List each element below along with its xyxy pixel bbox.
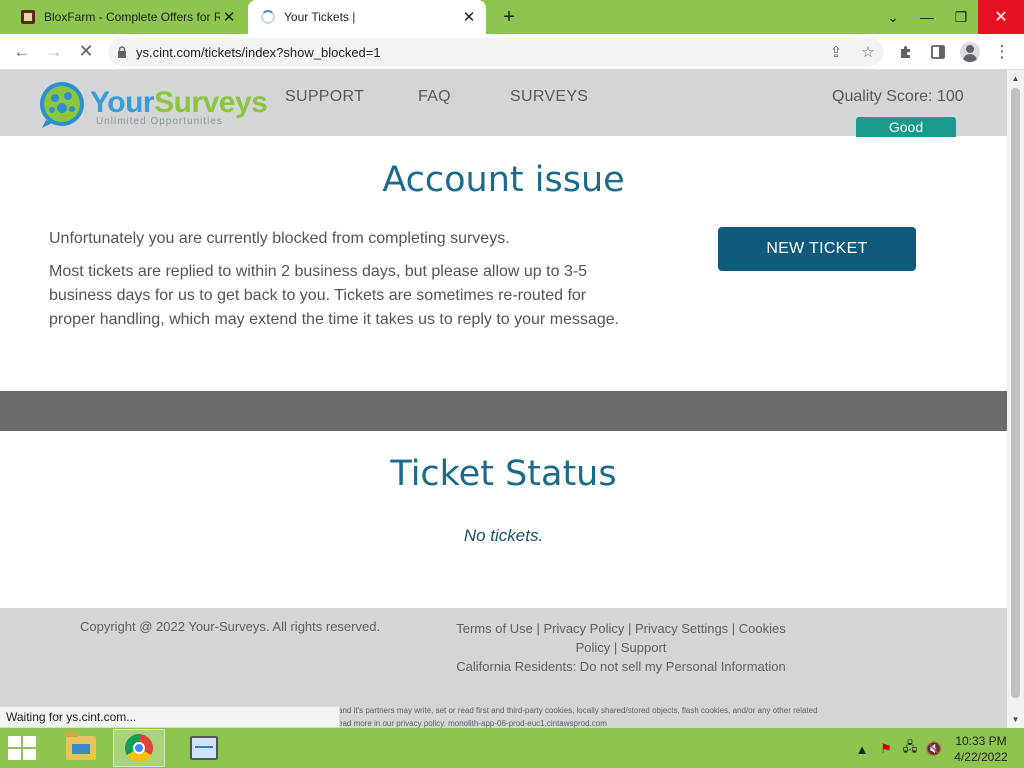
system-tray: ▲ ⚑ 🖧 🔇: [850, 738, 946, 760]
close-tab-icon[interactable]: ✕: [220, 8, 238, 26]
chrome-taskbar-icon[interactable]: [113, 729, 165, 767]
back-arrow-icon[interactable]: ←: [6, 36, 38, 68]
close-window-icon[interactable]: ✕: [978, 0, 1024, 34]
reply-time-message: Most tickets are replied to within 2 bus…: [49, 263, 620, 328]
section-divider: [0, 391, 1007, 431]
action-center-flag-icon[interactable]: ⚑: [874, 741, 898, 757]
logo-wordmark: YourSurveys: [90, 86, 268, 120]
windows-taskbar: ▲ ⚑ 🖧 🔇 10:33 PM 4/22/2022: [0, 728, 1024, 768]
vertical-scrollbar[interactable]: ▲ ▼: [1007, 70, 1024, 728]
privacy-settings-link[interactable]: Privacy Settings: [635, 621, 728, 636]
scrollbar-thumb[interactable]: [1011, 88, 1020, 698]
cookie-fine-print: and it's partners may write, set or read…: [338, 704, 978, 728]
fine-print-line-1: and it's partners may write, set or read…: [338, 706, 818, 715]
tab-bloxfarm[interactable]: BloxFarm - Complete Offers for R ✕: [8, 0, 246, 34]
volume-muted-icon[interactable]: 🔇: [922, 741, 946, 757]
forward-arrow-icon[interactable]: →: [38, 36, 70, 68]
quality-badge: Good: [856, 117, 956, 137]
tab-title: Your Tickets |: [284, 10, 356, 24]
windows-start-icon[interactable]: [8, 736, 38, 760]
tab-your-tickets[interactable]: Your Tickets | ✕: [248, 0, 486, 34]
nav-surveys[interactable]: SURVEYS: [510, 88, 588, 106]
support-link[interactable]: Support: [621, 640, 667, 655]
restore-icon[interactable]: ❐: [944, 0, 978, 34]
ticket-status-title: Ticket Status: [390, 454, 617, 494]
loading-status-bubble: Waiting for ys.cint.com...: [0, 706, 340, 728]
share-icon[interactable]: ⇪: [820, 43, 852, 61]
toolbar-right: ⋮: [890, 36, 1018, 68]
bloxfarm-favicon-icon: [20, 9, 36, 25]
no-tickets-message: No tickets.: [463, 526, 544, 545]
page-viewport: YourSurveys Unlimited Opportunities SUPP…: [0, 70, 1007, 728]
clock-date: 4/22/2022: [954, 750, 1008, 764]
loading-spinner-icon: [260, 9, 276, 25]
fine-print-line-2: ead more in our privacy policy. monolith…: [338, 719, 607, 728]
resource-monitor-icon[interactable]: [178, 729, 230, 767]
lock-icon[interactable]: [108, 46, 136, 58]
window-controls: ⌄ — ❐ ✕: [876, 0, 1024, 34]
blocked-message: Unfortunately you are currently blocked …: [49, 230, 510, 247]
nav-faq[interactable]: FAQ: [418, 88, 451, 106]
network-icon[interactable]: 🖧: [898, 738, 922, 760]
tab-search-chevron-icon[interactable]: ⌄: [876, 0, 910, 34]
menu-kebab-icon[interactable]: ⋮: [986, 36, 1018, 68]
close-tab-icon[interactable]: ✕: [460, 8, 478, 26]
browser-toolbar: ← → ✕ ys.cint.com/tickets/index?show_blo…: [0, 34, 1024, 70]
terms-link[interactable]: Terms of Use: [456, 621, 533, 636]
side-panel-icon[interactable]: [922, 36, 954, 68]
new-ticket-button[interactable]: NEW TICKET: [718, 227, 916, 271]
show-hidden-icons-chevron-icon[interactable]: ▲: [850, 742, 874, 757]
profile-avatar-icon[interactable]: [954, 36, 986, 68]
stop-loading-icon[interactable]: ✕: [70, 36, 102, 68]
scroll-up-arrow-icon[interactable]: ▲: [1007, 70, 1024, 87]
new-tab-plus-icon[interactable]: +: [498, 6, 520, 28]
url-text[interactable]: ys.cint.com/tickets/index?show_blocked=1: [136, 45, 820, 60]
yoursurveys-logo[interactable]: YourSurveys Unlimited Opportunities: [38, 80, 268, 130]
clock-time: 10:33 PM: [955, 734, 1007, 748]
globe-speech-bubble-icon: [40, 82, 84, 128]
file-explorer-icon[interactable]: [55, 729, 107, 767]
site-header: YourSurveys Unlimited Opportunities SUPP…: [0, 70, 1007, 137]
address-bar[interactable]: ys.cint.com/tickets/index?show_blocked=1…: [108, 38, 884, 66]
account-issue-title: Account issue: [382, 160, 625, 200]
logo-your: Your: [90, 86, 155, 119]
browser-tab-strip: BloxFarm - Complete Offers for R ✕ Your …: [0, 0, 1024, 34]
ca-residents-link[interactable]: California Residents: Do not sell my Per…: [456, 659, 785, 674]
tab-title: BloxFarm - Complete Offers for R: [44, 10, 220, 24]
nav-support[interactable]: SUPPORT: [285, 88, 364, 106]
privacy-policy-link[interactable]: Privacy Policy: [543, 621, 624, 636]
scroll-down-arrow-icon[interactable]: ▼: [1007, 711, 1024, 728]
copyright-text: Copyright @ 2022 Your-Surveys. All right…: [80, 619, 381, 634]
logo-surveys: Surveys: [154, 86, 268, 119]
bookmark-star-icon[interactable]: ☆: [852, 43, 884, 61]
minimize-icon[interactable]: —: [910, 0, 944, 34]
extensions-puzzle-icon[interactable]: [890, 36, 922, 68]
footer-links: Terms of Use | Privacy Policy | Privacy …: [456, 621, 786, 674]
quality-score: Quality Score: 100: [832, 88, 964, 105]
logo-tagline: Unlimited Opportunities: [96, 116, 223, 127]
taskbar-clock[interactable]: 10:33 PM 4/22/2022: [946, 733, 1016, 765]
